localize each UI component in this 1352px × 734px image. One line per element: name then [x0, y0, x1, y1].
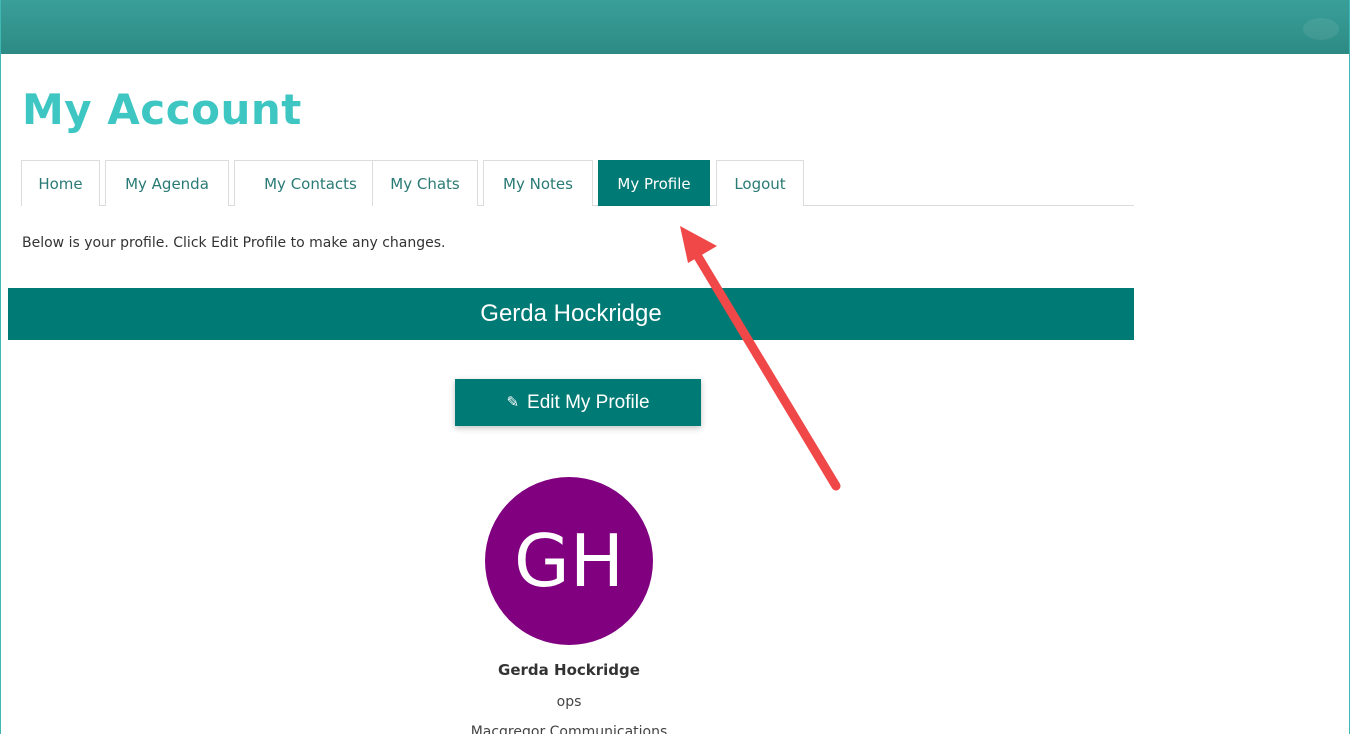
avatar: GH	[485, 477, 653, 645]
edit-icon: ✎	[506, 394, 520, 411]
profile-name: Gerda Hockridge	[498, 661, 640, 679]
edit-profile-button[interactable]: ✎ Edit My Profile	[455, 379, 701, 426]
tab-my-contacts[interactable]: My Contacts	[234, 160, 387, 206]
tab-my-agenda[interactable]: My Agenda	[105, 160, 229, 206]
tab-home[interactable]: Home	[21, 160, 100, 206]
header-decoration	[1303, 18, 1339, 40]
profile-role: ops	[556, 694, 582, 710]
profile-name-banner: Gerda Hockridge	[8, 288, 1134, 340]
intro-text: Below is your profile. Click Edit Profil…	[22, 235, 446, 251]
page-title: My Account	[22, 85, 302, 134]
tab-my-chats[interactable]: My Chats	[372, 160, 478, 206]
profile-company: Macgregor Communications	[470, 724, 668, 734]
account-tabs: Home My Agenda My Contacts My Chats My N…	[21, 160, 1134, 206]
page-frame: My Account Home My Agenda My Contacts My…	[0, 0, 1350, 734]
tab-my-notes[interactable]: My Notes	[483, 160, 593, 206]
header-bar	[1, 0, 1349, 54]
tab-my-profile[interactable]: My Profile	[598, 160, 710, 206]
edit-profile-label: Edit My Profile	[527, 392, 650, 413]
tab-logout[interactable]: Logout	[716, 160, 804, 206]
